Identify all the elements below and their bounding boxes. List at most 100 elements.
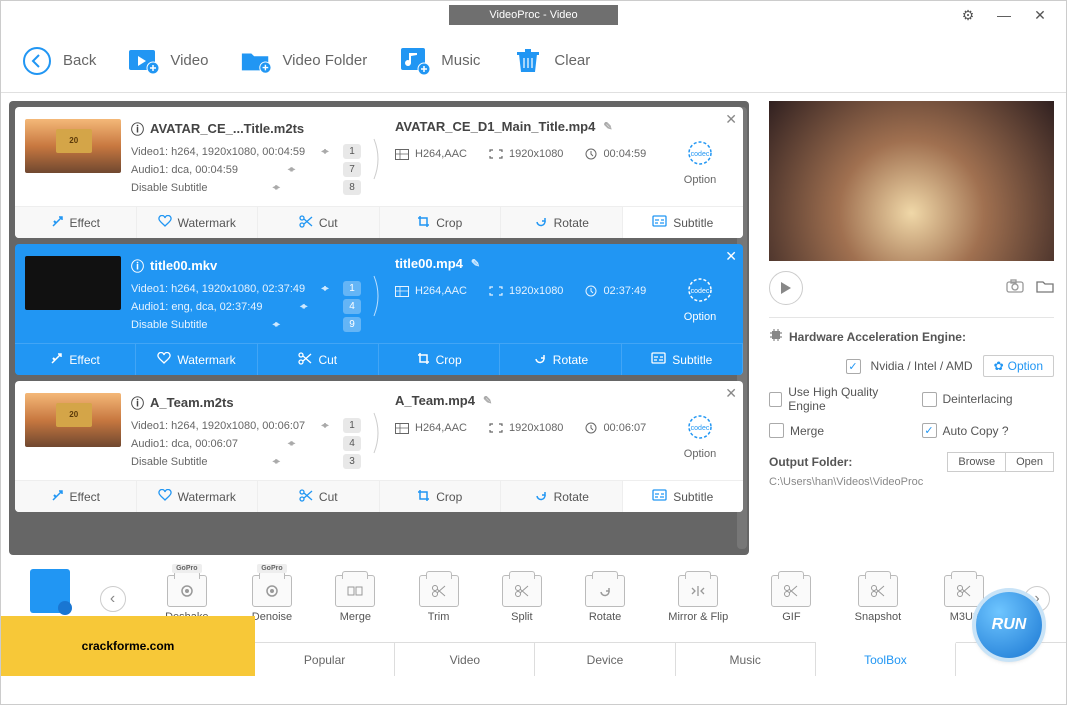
action-watermark[interactable]: Watermark bbox=[136, 344, 257, 375]
titlebar: VideoProc - Video ⚙ — ✕ bbox=[1, 1, 1066, 29]
play-button[interactable] bbox=[769, 271, 803, 305]
add-video-folder-button[interactable]: Video Folder bbox=[240, 45, 367, 77]
cpu-chip-icon bbox=[769, 328, 783, 345]
clear-button[interactable]: Clear bbox=[512, 45, 590, 77]
settings-icon[interactable]: ⚙ bbox=[950, 3, 986, 27]
window-title: VideoProc - Video bbox=[449, 5, 617, 25]
edit-icon[interactable]: ✎ bbox=[603, 120, 612, 133]
watermark-icon bbox=[157, 352, 171, 367]
tool-gif[interactable]: GIF bbox=[771, 575, 811, 623]
tool-merge[interactable]: Merge bbox=[335, 575, 375, 623]
stream-row[interactable]: Disable Subtitle◂▸3 bbox=[131, 454, 361, 469]
action-rotate[interactable]: Rotate bbox=[501, 481, 623, 512]
action-cut[interactable]: Cut bbox=[258, 207, 380, 238]
video-item[interactable]: ✕20ⓘ AVATAR_CE_...Title.m2tsVideo1: h264… bbox=[15, 107, 743, 238]
stream-row[interactable]: Video1: h264, 1920x1080, 00:04:59◂▸1 bbox=[131, 144, 361, 159]
action-effect[interactable]: Effect bbox=[15, 481, 137, 512]
divider-curve bbox=[371, 256, 385, 335]
tool-denoise[interactable]: GoProDenoise bbox=[252, 575, 292, 623]
stream-row[interactable]: Disable Subtitle◂▸9 bbox=[131, 317, 361, 332]
video-thumbnail[interactable] bbox=[25, 256, 121, 310]
remove-item-button[interactable]: ✕ bbox=[725, 111, 737, 128]
codec-option-button[interactable]: codecOption bbox=[675, 264, 725, 335]
info-icon[interactable]: ⓘ bbox=[131, 119, 144, 138]
info-icon[interactable]: ⓘ bbox=[131, 256, 144, 275]
action-rotate[interactable]: Rotate bbox=[501, 207, 623, 238]
svg-text:codec: codec bbox=[691, 151, 710, 158]
gpu-checkbox[interactable] bbox=[846, 359, 861, 374]
back-button[interactable]: Back bbox=[21, 45, 96, 77]
preview-player[interactable] bbox=[769, 101, 1054, 261]
action-crop[interactable]: Crop bbox=[379, 344, 500, 375]
action-watermark[interactable]: Watermark bbox=[137, 207, 259, 238]
tab-popular[interactable]: Popular bbox=[255, 643, 395, 676]
tool-split[interactable]: Split bbox=[502, 575, 542, 623]
action-subtitle[interactable]: Subtitle bbox=[622, 344, 743, 375]
folder-open-icon[interactable] bbox=[1036, 279, 1054, 298]
stream-row[interactable]: Disable Subtitle◂▸8 bbox=[131, 180, 361, 195]
minimize-button[interactable]: — bbox=[986, 3, 1022, 27]
info-icon[interactable]: ⓘ bbox=[131, 393, 144, 412]
autocopy-checkbox[interactable]: Auto Copy ? bbox=[922, 423, 1055, 438]
codec-option-button[interactable]: codecOption bbox=[675, 401, 725, 472]
stream-row[interactable]: Audio1: dca, 00:04:59◂▸7 bbox=[131, 162, 361, 177]
stream-row[interactable]: Video1: h264, 1920x1080, 02:37:49◂▸1 bbox=[131, 281, 361, 296]
tool-snapshot[interactable]: Snapshot bbox=[855, 575, 901, 623]
preview-controls bbox=[769, 267, 1054, 318]
hw-accel-section: Hardware Acceleration Engine: Nvidia / I… bbox=[769, 328, 1054, 488]
stream-row[interactable]: Video1: h264, 1920x1080, 00:06:07◂▸1 bbox=[131, 418, 361, 433]
video-thumbnail[interactable]: 20 bbox=[25, 393, 121, 447]
add-music-button[interactable]: Music bbox=[399, 45, 480, 77]
video-item[interactable]: ✕20ⓘ A_Team.m2tsVideo1: h264, 1920x1080,… bbox=[15, 381, 743, 512]
output-title[interactable]: AVATAR_CE_D1_Main_Title.mp4 ✎ bbox=[395, 119, 665, 134]
action-crop[interactable]: Crop bbox=[380, 207, 502, 238]
run-button[interactable]: RUN bbox=[976, 592, 1042, 658]
action-effect[interactable]: Effect bbox=[15, 344, 136, 375]
action-effect[interactable]: Effect bbox=[15, 207, 137, 238]
trash-icon bbox=[512, 45, 544, 77]
output-specs: H264,AAC1920x108000:04:59 bbox=[395, 148, 665, 160]
scroll-left-button[interactable]: ‹ bbox=[100, 586, 126, 612]
right-panel: Hardware Acceleration Engine: Nvidia / I… bbox=[757, 93, 1066, 563]
top-toolbar: Back Video Video Folder Music Clear bbox=[1, 29, 1066, 93]
action-crop[interactable]: Crop bbox=[380, 481, 502, 512]
subtitle-icon bbox=[652, 489, 667, 504]
action-cut[interactable]: Cut bbox=[258, 344, 379, 375]
stream-row[interactable]: Audio1: eng, dca, 02:37:49◂▸4 bbox=[131, 299, 361, 314]
tab-device[interactable]: Device bbox=[535, 643, 675, 676]
tab-music[interactable]: Music bbox=[676, 643, 816, 676]
tool-icon: GoPro bbox=[167, 575, 207, 607]
output-title[interactable]: title00.mp4 ✎ bbox=[395, 256, 665, 271]
remove-item-button[interactable]: ✕ bbox=[725, 248, 737, 265]
hq-engine-checkbox[interactable]: Use High Quality Engine bbox=[769, 385, 902, 413]
stream-row[interactable]: Audio1: dca, 00:06:07◂▸4 bbox=[131, 436, 361, 451]
browse-button[interactable]: Browse bbox=[947, 452, 1005, 472]
camera-icon[interactable] bbox=[1006, 279, 1024, 298]
output-title[interactable]: A_Team.mp4 ✎ bbox=[395, 393, 665, 408]
video-thumbnail[interactable]: 20 bbox=[25, 119, 121, 173]
merge-checkbox[interactable]: Merge bbox=[769, 423, 902, 438]
tab-video[interactable]: Video bbox=[395, 643, 535, 676]
remove-item-button[interactable]: ✕ bbox=[725, 385, 737, 402]
codec-option-button[interactable]: codecOption bbox=[675, 127, 725, 198]
hw-option-button[interactable]: ✿ Option bbox=[983, 355, 1054, 377]
tool-mirror-flip[interactable]: Mirror & Flip bbox=[668, 575, 728, 623]
edit-icon[interactable]: ✎ bbox=[471, 257, 480, 270]
video-list-panel: ✕20ⓘ AVATAR_CE_...Title.m2tsVideo1: h264… bbox=[1, 93, 757, 563]
video-plus-icon bbox=[128, 45, 160, 77]
action-rotate[interactable]: Rotate bbox=[500, 344, 621, 375]
edit-icon[interactable]: ✎ bbox=[483, 394, 492, 407]
close-button[interactable]: ✕ bbox=[1022, 3, 1058, 27]
action-watermark[interactable]: Watermark bbox=[137, 481, 259, 512]
open-button[interactable]: Open bbox=[1005, 452, 1054, 472]
tools-row: GoProDeshakeGoProDenoiseMergeTrimSplitRo… bbox=[134, 575, 1017, 623]
deinterlacing-checkbox[interactable]: Deinterlacing bbox=[922, 385, 1055, 413]
tab-toolbox[interactable]: ToolBox bbox=[816, 642, 956, 676]
action-subtitle[interactable]: Subtitle bbox=[623, 481, 744, 512]
video-item[interactable]: ✕ⓘ title00.mkvVideo1: h264, 1920x1080, 0… bbox=[15, 244, 743, 375]
tool-trim[interactable]: Trim bbox=[419, 575, 459, 623]
add-video-button[interactable]: Video bbox=[128, 45, 208, 77]
tool-rotate[interactable]: Rotate bbox=[585, 575, 625, 623]
action-subtitle[interactable]: Subtitle bbox=[623, 207, 744, 238]
action-cut[interactable]: Cut bbox=[258, 481, 380, 512]
